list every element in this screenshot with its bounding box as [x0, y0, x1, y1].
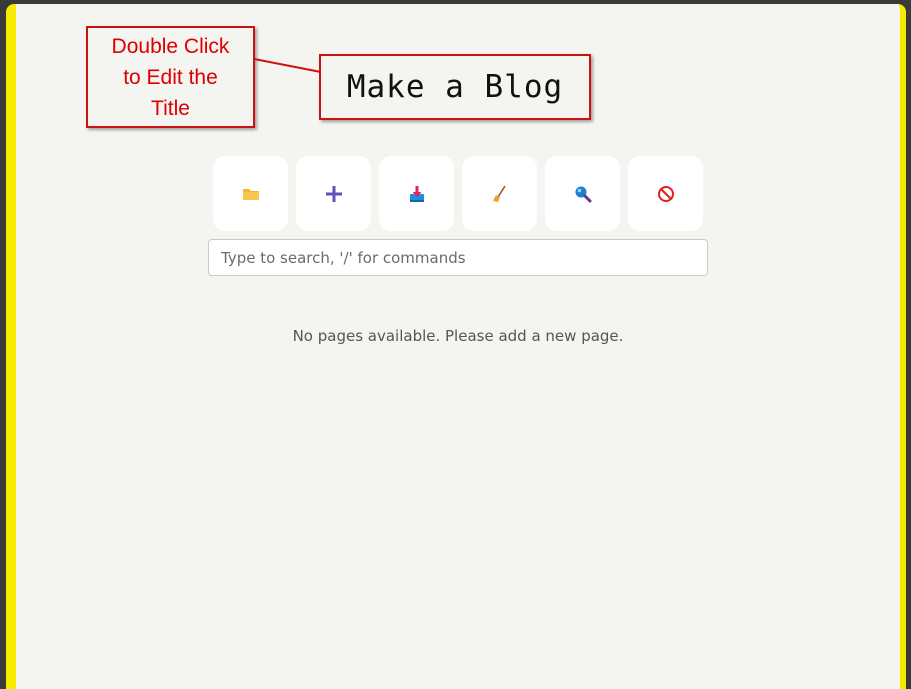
callout-line-3: Title: [151, 96, 190, 120]
empty-state-message: No pages available. Please add a new pag…: [292, 327, 624, 345]
clear-button[interactable]: [462, 156, 537, 231]
broom-icon: [492, 185, 506, 202]
folder-icon: [242, 188, 259, 200]
page-title-box[interactable]: Make a Blog: [319, 54, 591, 120]
open-folder-button[interactable]: [213, 156, 288, 231]
magnifier-icon: [575, 186, 591, 202]
download-button[interactable]: [379, 156, 454, 231]
callout-line-1: Double Click: [111, 34, 230, 58]
callout-line-2: to Edit the: [123, 65, 218, 89]
annotation-callout: Double Click to Edit the Title: [86, 26, 255, 128]
search-input[interactable]: [208, 239, 708, 276]
search-button[interactable]: [545, 156, 620, 231]
add-page-button[interactable]: [296, 156, 371, 231]
plus-icon: [325, 185, 342, 202]
page-title[interactable]: Make a Blog: [347, 69, 563, 105]
cancel-button[interactable]: [628, 156, 703, 231]
prohibited-icon: [657, 185, 674, 202]
download-icon: [409, 185, 424, 202]
toolbar: [213, 156, 703, 231]
